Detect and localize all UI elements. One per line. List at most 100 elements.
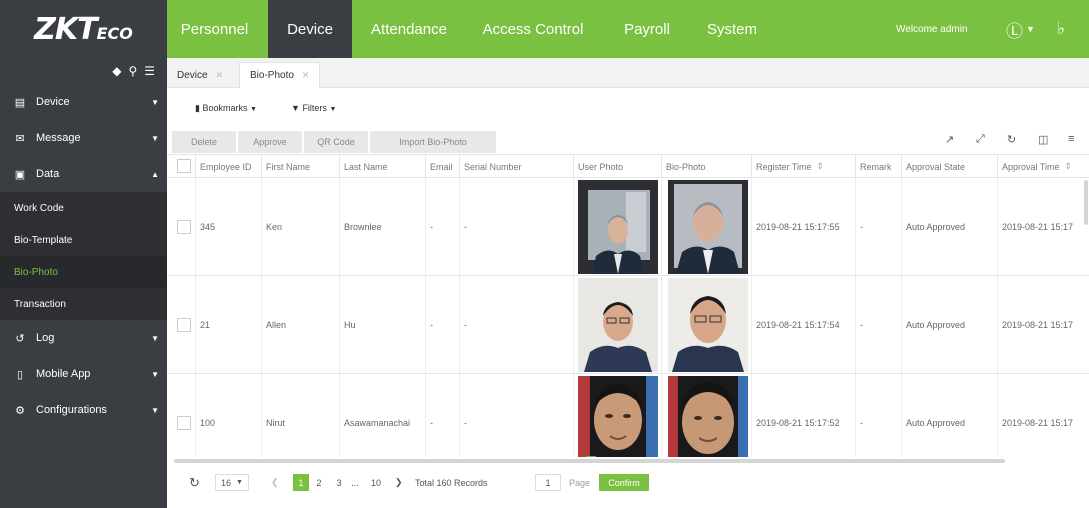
sidebar-tools: ◆ ⚲ ☰ (0, 58, 167, 84)
sidebar-item-mobile-app[interactable]: ▯ Mobile App ▼ (0, 356, 167, 392)
nav-payroll[interactable]: Payroll (604, 0, 690, 58)
user-photo[interactable] (578, 376, 658, 457)
serial-number: - (459, 276, 573, 374)
bookmark-icon: ▮ (195, 103, 200, 113)
delete-button[interactable]: Delete (172, 131, 236, 153)
row-checkbox[interactable] (177, 220, 191, 234)
email: - (425, 276, 459, 374)
sidebar-item-transaction[interactable]: Transaction (0, 288, 167, 320)
pagination-bar: ↻ 16 ▼ ❮ 1 2 3 ... 10 ❯ Total 160 Records… (167, 463, 1089, 508)
collapse-icon[interactable]: ↗ (945, 133, 954, 146)
email: - (425, 178, 459, 276)
col-bio-photo[interactable]: Bio-Photo (661, 155, 751, 178)
page-input[interactable]: 1 (535, 474, 561, 491)
col-email[interactable]: Email (425, 155, 459, 178)
user-menu[interactable]: Ⓛ ▼ (1006, 0, 1035, 58)
user-photo[interactable] (578, 278, 658, 372)
first-name: Nirut (261, 374, 339, 457)
page-2[interactable]: 2 (311, 474, 327, 491)
select-all-checkbox[interactable] (177, 159, 191, 173)
tab-device[interactable]: Device ✕ (167, 62, 233, 88)
columns-icon[interactable]: ◫ (1038, 133, 1048, 146)
action-toolbar: Delete Approve QR Code Import Bio-Photo … (167, 128, 1089, 154)
row-checkbox[interactable] (177, 318, 191, 332)
qr-code-button[interactable]: QR Code (304, 131, 368, 153)
next-page-icon[interactable]: ❯ (395, 474, 403, 491)
table-row[interactable]: 21 Allen Hu - - 2019-08-21 15:17:54 - Au… (167, 276, 1089, 374)
refresh-icon[interactable]: ↻ (1007, 133, 1016, 146)
chevron-down-icon: ▼ (151, 133, 159, 143)
col-approval-state[interactable]: Approval State (901, 155, 997, 178)
col-user-photo[interactable]: User Photo (573, 155, 661, 178)
close-icon[interactable]: ✕ (216, 70, 224, 81)
nav-attendance[interactable]: Attendance (356, 0, 462, 58)
expand-icon[interactable]: ⤢ (976, 133, 985, 146)
tab-bio-photo[interactable]: Bio-Photo ✕ (239, 62, 321, 88)
page-label: Page (569, 477, 591, 488)
col-first-name[interactable]: First Name (261, 155, 339, 178)
row-checkbox[interactable] (177, 416, 191, 430)
bio-photo[interactable] (668, 180, 748, 274)
devices-icon: ▤ (14, 96, 26, 109)
col-approval-time[interactable]: Approval Time ⇕ (997, 155, 1089, 178)
sidebar-item-data[interactable]: ▣ Data ▲ (0, 156, 167, 192)
nav-system[interactable]: System (694, 0, 770, 58)
page-ellipsis: ... (351, 477, 359, 488)
list-icon[interactable]: ☰ (144, 64, 155, 78)
vertical-scrollbar[interactable] (1084, 180, 1088, 225)
sidebar-item-log[interactable]: ↺ Log ▼ (0, 320, 167, 356)
col-remark[interactable]: Remark (855, 155, 901, 178)
welcome-text: Welcome admin (896, 23, 968, 35)
page-10[interactable]: 10 (365, 474, 387, 491)
col-serial-number[interactable]: Serial Number (459, 155, 573, 178)
bio-photo[interactable] (668, 376, 748, 457)
col-register-time[interactable]: Register Time ⇕ (751, 155, 855, 178)
col-employee-id[interactable]: Employee ID (195, 155, 261, 178)
bio-photo[interactable] (668, 278, 748, 372)
settings-icon[interactable]: ≡ (1068, 133, 1074, 145)
nav-personnel[interactable]: Personnel (168, 0, 261, 58)
nav-access-control[interactable]: Access Control (468, 0, 598, 58)
sidebar-item-bio-template[interactable]: Bio-Template (0, 224, 167, 256)
approval-state: Auto Approved (901, 276, 997, 374)
last-name: Asawamanachai (339, 374, 425, 457)
filters-dropdown[interactable]: ▼ Filters ▼ (291, 103, 336, 113)
sidebar-item-device[interactable]: ▤ Device ▼ (0, 84, 167, 120)
bio-photo-table: Employee ID First Name Last Name Email S… (167, 154, 1089, 457)
col-last-name[interactable]: Last Name (339, 155, 425, 178)
import-bio-photo-button[interactable]: Import Bio-Photo (370, 131, 496, 153)
tag-icon[interactable]: ◆ (112, 64, 121, 78)
page-1[interactable]: 1 (293, 474, 309, 491)
nav-device[interactable]: Device (268, 0, 352, 58)
serial-number: - (459, 178, 573, 276)
register-time: 2019-08-21 15:17:55 (751, 178, 855, 276)
search-icon[interactable]: ⚲ (128, 64, 137, 78)
caret-down-icon: ▼ (329, 106, 337, 113)
zkteco-logo[interactable]: ZKTECO (0, 0, 167, 58)
approve-button[interactable]: Approve (238, 131, 302, 153)
refresh-icon[interactable]: ↻ (189, 474, 200, 491)
data-icon: ▣ (14, 168, 26, 181)
close-icon[interactable]: ✕ (302, 70, 310, 81)
sidebar-item-bio-photo[interactable]: Bio-Photo (0, 256, 167, 288)
caret-down-icon: ▼ (236, 479, 243, 486)
sidebar-item-work-code[interactable]: Work Code (0, 192, 167, 224)
bookmarks-dropdown[interactable]: ▮ Bookmarks ▼ (195, 103, 257, 114)
confirm-button[interactable]: Confirm (599, 474, 649, 491)
email: - (425, 374, 459, 457)
mobile-icon: ▯ (16, 368, 24, 381)
sidebar-item-configurations[interactable]: ⚙ Configurations ▼ (0, 392, 167, 428)
table-row[interactable]: 100 Nirut Asawamanachai - - 2019-08-21 1… (167, 374, 1089, 457)
sidebar-item-message[interactable]: ✉ Message ▼ (0, 120, 167, 156)
approval-state: Auto Approved (901, 374, 997, 457)
user-photo[interactable] (578, 180, 658, 274)
shirt-icon[interactable]: ♭ (1057, 0, 1065, 58)
page-size-select[interactable]: 16 ▼ (215, 474, 249, 491)
first-name: Allen (261, 276, 339, 374)
page-3[interactable]: 3 (331, 474, 347, 491)
table-row[interactable]: 345 Ken Brownlee - - 2019-08-21 15:17:55… (167, 178, 1089, 276)
filter-bar: ▮ Bookmarks ▼ ▼ Filters ▼ (167, 88, 1089, 128)
top-bar: ZKTECO Personnel Device Attendance Acces… (0, 0, 1089, 58)
last-name: Brownlee (339, 178, 425, 276)
prev-page-icon[interactable]: ❮ (271, 474, 279, 491)
